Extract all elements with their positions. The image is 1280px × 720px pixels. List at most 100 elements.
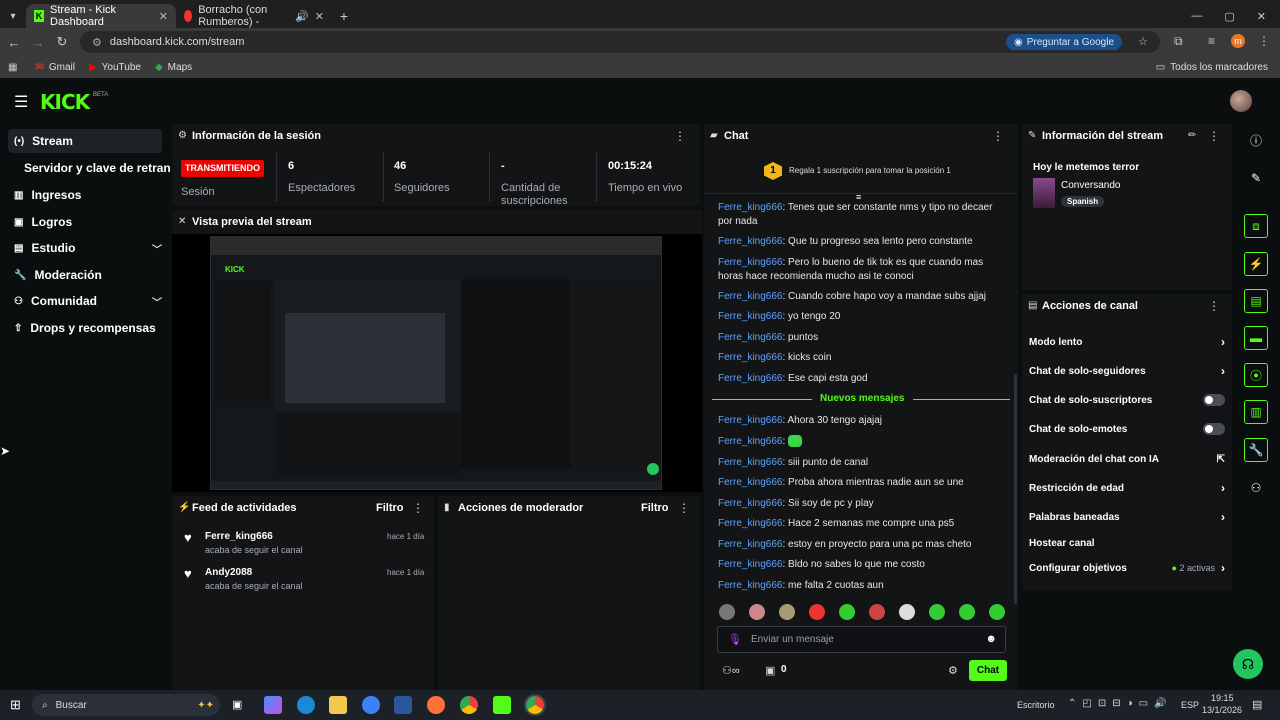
action-banned-words[interactable]: Palabras baneadas › bbox=[1029, 509, 1225, 525]
desktop-label[interactable]: Escritorio bbox=[1017, 700, 1055, 710]
activity-user[interactable]: Andy2088 bbox=[205, 567, 252, 578]
send-chat-button[interactable]: Chat bbox=[969, 660, 1007, 681]
chat-username[interactable]: Ferre_king666 bbox=[718, 518, 782, 529]
chat-username[interactable]: Ferre_king666 bbox=[718, 457, 782, 468]
sidebar-item-community[interactable]: ⚇ Comunidad ﹀ bbox=[8, 289, 162, 313]
more-options-icon[interactable]: ⋮ bbox=[678, 501, 690, 515]
chat-promo[interactable]: 1 Regala 1 suscripción para tomar la pos… bbox=[704, 150, 1018, 194]
subscribers-only-toggle[interactable] bbox=[1203, 394, 1225, 406]
bookmark-gmail[interactable]: ✉ Gmail bbox=[35, 62, 75, 73]
community-rail-icon[interactable]: ⚇ bbox=[1244, 476, 1268, 500]
clock-date[interactable]: 13/1/2026 bbox=[1202, 705, 1242, 715]
file-explorer-icon[interactable] bbox=[329, 696, 347, 714]
info-icon[interactable]: ⓘ bbox=[1244, 128, 1268, 152]
profile-avatar[interactable]: m bbox=[1231, 34, 1245, 48]
emote-icon[interactable] bbox=[869, 604, 885, 620]
hamburger-menu-icon[interactable]: ☰ bbox=[14, 92, 28, 112]
emotes-only-toggle[interactable] bbox=[1203, 423, 1225, 435]
app-icon[interactable] bbox=[362, 696, 380, 714]
more-options-icon[interactable]: ⋮ bbox=[674, 129, 686, 143]
browser-menu-icon[interactable]: ⋮ bbox=[1258, 34, 1270, 48]
action-slow-mode[interactable]: Modo lento › bbox=[1029, 334, 1225, 350]
speaker-icon[interactable]: 🔊 bbox=[295, 10, 309, 23]
action-ai-moderation[interactable]: Moderación del chat con IA ⇱ bbox=[1029, 451, 1225, 467]
windows-start-icon[interactable]: ⊞ bbox=[10, 697, 21, 713]
chevron-down-icon[interactable]: ﹀ bbox=[152, 241, 162, 256]
emote-icon[interactable] bbox=[719, 604, 735, 620]
emoji-icon[interactable]: ☻ bbox=[985, 633, 997, 645]
emote-icon[interactable] bbox=[959, 604, 975, 620]
chat-username[interactable]: Ferre_king666 bbox=[718, 559, 782, 570]
chrome-icon[interactable] bbox=[460, 696, 478, 714]
url-field[interactable]: ⚙ dashboard.kick.com/stream ◉ Preguntar … bbox=[80, 31, 1160, 53]
apps-grid-icon[interactable]: ▦ bbox=[8, 62, 17, 73]
chat-username[interactable]: Ferre_king666 bbox=[718, 202, 782, 213]
reload-icon[interactable]: ↻ bbox=[50, 34, 74, 50]
chat-rail-icon[interactable]: ▬ bbox=[1244, 326, 1268, 350]
maximize-icon[interactable]: ▢ bbox=[1224, 10, 1234, 23]
task-view-icon[interactable]: ▣ bbox=[232, 698, 242, 711]
chevron-down-icon[interactable]: ﹀ bbox=[152, 294, 162, 309]
chat-settings-icon[interactable]: ⚙ bbox=[948, 664, 958, 677]
stream-video[interactable]: KICK bbox=[172, 234, 702, 492]
chat-username[interactable]: Ferre_king666 bbox=[718, 498, 782, 509]
site-info-icon[interactable]: ⚙ bbox=[92, 36, 102, 49]
firefox-icon[interactable] bbox=[427, 696, 445, 714]
chat-input[interactable]: 🎙 Enviar un mensaje ☻ bbox=[717, 626, 1006, 653]
chat-username[interactable]: Ferre_king666 bbox=[718, 291, 782, 302]
more-options-icon[interactable]: ⋮ bbox=[992, 129, 1004, 143]
chat-username[interactable]: Ferre_king666 bbox=[718, 311, 782, 322]
sidebar-item-achievements[interactable]: ▣ Logros bbox=[8, 210, 162, 234]
chat-username[interactable]: Ferre_king666 bbox=[718, 477, 782, 488]
pencil-icon[interactable]: ✏ bbox=[1188, 130, 1196, 141]
pencil-edit-icon[interactable]: ✎ bbox=[1244, 166, 1268, 190]
chat-username[interactable]: Ferre_king666 bbox=[718, 436, 782, 447]
notifications-icon[interactable]: ▤ bbox=[1252, 698, 1262, 711]
filter-button[interactable]: Filtro bbox=[376, 502, 404, 514]
sidebar-item-stream[interactable]: (•) Stream bbox=[8, 129, 162, 153]
bookmark-maps[interactable]: ◆ Maps bbox=[155, 62, 192, 73]
action-host-channel[interactable]: Hostear canal bbox=[1029, 535, 1225, 551]
new-messages-label[interactable]: Nuevos mensajes bbox=[812, 393, 913, 404]
user-avatar[interactable] bbox=[1230, 90, 1252, 112]
ask-google-button[interactable]: ◉ Preguntar a Google bbox=[1005, 34, 1122, 50]
sidebar-item-income[interactable]: ▥ Ingresos bbox=[8, 183, 162, 207]
community-points-icon[interactable]: ⚇∞ bbox=[722, 664, 740, 677]
chat-username[interactable]: Ferre_king666 bbox=[718, 332, 782, 343]
document-icon[interactable]: ▤ bbox=[1244, 289, 1268, 313]
close-tab-icon[interactable]: ✕ bbox=[159, 10, 168, 23]
broadcast-rail-icon[interactable]: ⦿ bbox=[1244, 363, 1268, 387]
chat-username[interactable]: Ferre_king666 bbox=[718, 373, 782, 384]
media-control-icon[interactable]: ≡ bbox=[1208, 34, 1215, 48]
tab-kick-dashboard[interactable]: K Stream - Kick Dashboard ✕ bbox=[26, 4, 176, 28]
wrench-rail-icon[interactable]: 🔧 bbox=[1244, 438, 1268, 462]
help-chat-button[interactable]: ☊ bbox=[1233, 649, 1263, 679]
sidebar-item-server-key[interactable]: Servidor y clave de retransm bbox=[18, 156, 170, 180]
chat-scrollbar[interactable] bbox=[1014, 374, 1017, 604]
action-age-restriction[interactable]: Restricción de edad › bbox=[1029, 480, 1225, 496]
chat-username[interactable]: Ferre_king666 bbox=[718, 352, 782, 363]
minimize-icon[interactable]: — bbox=[1191, 10, 1202, 22]
system-tray-icons[interactable]: ⌃◰⊡⊟◑▭🔊 bbox=[1068, 698, 1173, 709]
emote-icon[interactable] bbox=[749, 604, 765, 620]
clock-time[interactable]: 19:15 bbox=[1211, 693, 1234, 703]
tab-list-icon[interactable]: ▾ bbox=[0, 4, 26, 28]
gift-icon[interactable]: ▣ bbox=[765, 664, 775, 677]
action-followers-only[interactable]: Chat de solo-seguidores › bbox=[1029, 363, 1225, 379]
filter-button[interactable]: Filtro bbox=[641, 502, 669, 514]
back-icon[interactable]: ← bbox=[2, 35, 26, 50]
microphone-icon[interactable]: 🎙 bbox=[728, 633, 742, 646]
emote-icon[interactable] bbox=[788, 435, 803, 448]
bookmark-youtube[interactable]: ▶ YouTube bbox=[89, 62, 141, 73]
emote-icon[interactable] bbox=[809, 604, 825, 620]
chat-username[interactable]: Ferre_king666 bbox=[718, 236, 782, 247]
tab-music[interactable]: Borracho (con Rumberos) - 🔊 ✕ bbox=[176, 4, 332, 28]
action-set-goals[interactable]: Configurar objetivos ● 2 activas › bbox=[1029, 560, 1225, 576]
close-tab-icon[interactable]: ✕ bbox=[315, 10, 324, 23]
more-options-icon[interactable]: ⋮ bbox=[412, 501, 424, 515]
word-icon[interactable] bbox=[394, 696, 412, 714]
activity-user[interactable]: Ferre_king666 bbox=[205, 531, 273, 542]
close-window-icon[interactable]: ✕ bbox=[1257, 10, 1266, 23]
bookmark-star-icon[interactable]: ☆ bbox=[1138, 35, 1148, 48]
chat-username[interactable]: Ferre_king666 bbox=[718, 580, 782, 591]
